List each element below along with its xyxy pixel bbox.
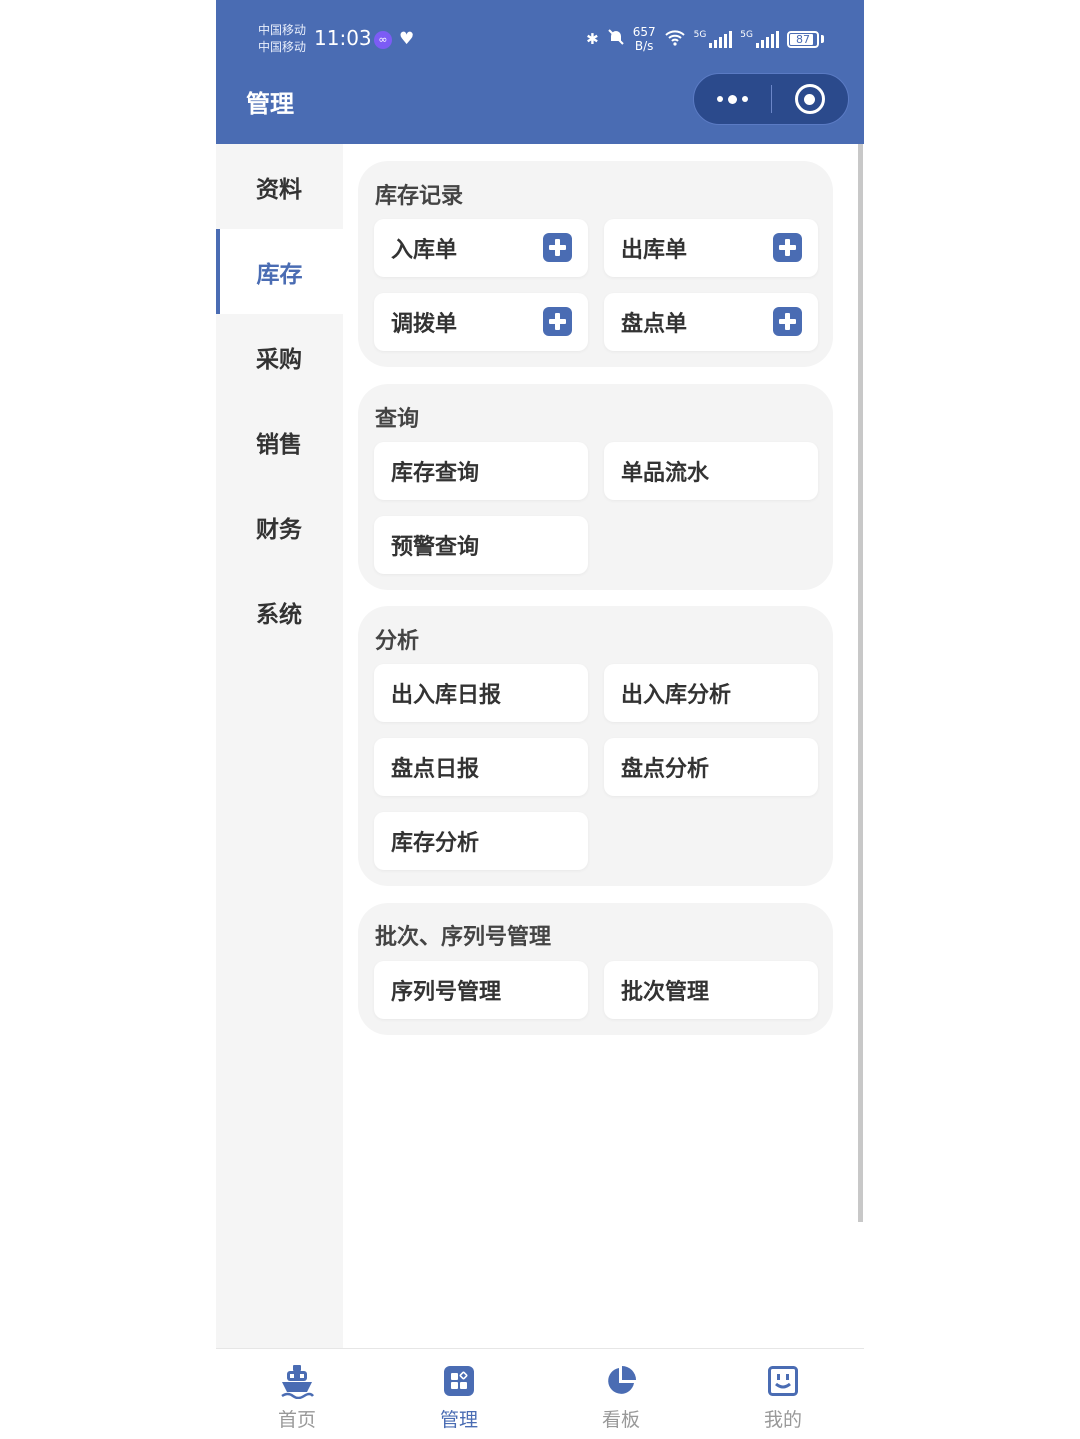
tab-dashboard[interactable]: 看板 <box>540 1349 702 1439</box>
inbound-order-card[interactable]: 入库单 <box>374 219 588 277</box>
main-content: 库存记录 入库单 出库单 调拨单 盘点单 查询 库存查询 单品流水 预警查询 分… <box>343 144 864 1348</box>
sidebar-item-label: 库存 <box>256 261 303 288</box>
in-out-daily-report-card[interactable]: 出入库日报 <box>374 664 588 722</box>
heart-icon: ♥ <box>399 29 415 49</box>
tab-manage[interactable]: 管理 <box>378 1349 540 1439</box>
serial-number-management-card[interactable]: 序列号管理 <box>374 961 588 1019</box>
plus-icon[interactable] <box>543 233 572 262</box>
profile-icon <box>765 1363 801 1399</box>
card-label: 序列号管理 <box>391 980 502 1005</box>
page-title: 管理 <box>246 90 294 118</box>
card-label: 单品流水 <box>621 461 710 486</box>
tab-label: 看板 <box>601 1409 640 1431</box>
card-label: 入库单 <box>391 238 458 263</box>
outbound-order-card[interactable]: 出库单 <box>604 219 818 277</box>
stocktake-analysis-card[interactable]: 盘点分析 <box>604 738 818 796</box>
status-time: 11:03 <box>314 26 372 50</box>
sidebar-item-label: 采购 <box>256 346 302 373</box>
tab-label: 首页 <box>277 1409 316 1431</box>
tab-label: 我的 <box>763 1409 802 1431</box>
in-out-analysis-card[interactable]: 出入库分析 <box>604 664 818 722</box>
card-label: 批次管理 <box>621 980 710 1005</box>
tab-mine[interactable]: 我的 <box>702 1349 864 1439</box>
net-speed-value: 657 <box>632 25 656 39</box>
item-flow-card[interactable]: 单品流水 <box>604 442 818 500</box>
battery-icon: 87 <box>787 30 819 48</box>
tab-home[interactable]: 首页 <box>216 1349 378 1439</box>
wifi-icon <box>664 28 686 50</box>
carrier-line-1: 中国移动 <box>258 23 307 37</box>
grid-icon <box>441 1363 477 1399</box>
phone-screen: 中国移动 中国移动 11:03 ∞ ♥ ✱ 657 B/s 5G 5G 87 管… <box>216 0 864 1439</box>
status-carrier: 中国移动 中国移动 <box>258 22 306 56</box>
sidebar-item-finance[interactable]: 财务 <box>216 484 343 569</box>
category-sidebar: 资料 库存 采购 销售 财务 系统 <box>216 144 343 1348</box>
stocktake-daily-report-card[interactable]: 盘点日报 <box>374 738 588 796</box>
inventory-analysis-card[interactable]: 库存分析 <box>374 812 588 870</box>
status-right: ✱ 657 B/s 5G 5G 87 <box>586 25 824 53</box>
sidebar-item-materials[interactable]: 资料 <box>216 144 343 229</box>
close-miniprogram-button[interactable] <box>772 74 849 124</box>
link-app-icon: ∞ <box>374 31 392 49</box>
card-label: 库存分析 <box>391 831 480 856</box>
sidebar-item-label: 销售 <box>256 431 302 458</box>
sidebar-item-system[interactable]: 系统 <box>216 569 343 654</box>
sidebar-item-sales[interactable]: 销售 <box>216 399 343 484</box>
scrollbar[interactable] <box>858 144 863 1222</box>
ship-icon <box>279 1363 315 1399</box>
bottom-tab-bar: 首页 管理 看板 我的 <box>216 1348 864 1439</box>
plus-icon[interactable] <box>773 233 802 262</box>
pie-chart-icon <box>603 1363 639 1399</box>
card-label: 调拨单 <box>391 312 458 337</box>
carrier-line-2: 中国移动 <box>258 40 307 54</box>
net-speed: 657 B/s <box>633 25 656 53</box>
inventory-query-card[interactable]: 库存查询 <box>374 442 588 500</box>
app-header: 中国移动 中国移动 11:03 ∞ ♥ ✱ 657 B/s 5G 5G 87 管… <box>216 0 864 144</box>
mute-bell-icon <box>607 28 625 50</box>
card-label: 库存查询 <box>391 461 480 486</box>
stocktake-order-card[interactable]: 盘点单 <box>604 293 818 351</box>
card-label: 盘点日报 <box>391 757 480 782</box>
section-title: 库存记录 <box>375 184 464 209</box>
more-menu-button[interactable] <box>694 74 771 124</box>
section-analysis: 分析 出入库日报 出入库分析 盘点日报 盘点分析 库存分析 <box>358 606 833 886</box>
batch-management-card[interactable]: 批次管理 <box>604 961 818 1019</box>
card-label: 盘点分析 <box>621 757 710 782</box>
card-label: 出入库分析 <box>621 683 732 708</box>
section-title: 分析 <box>375 629 420 654</box>
tab-label: 管理 <box>439 1409 478 1431</box>
net-speed-unit: B/s <box>634 39 654 53</box>
sidebar-item-purchase[interactable]: 采购 <box>216 314 343 399</box>
sidebar-item-label: 财务 <box>256 516 302 543</box>
section-query: 查询 库存查询 单品流水 预警查询 <box>358 384 833 590</box>
miniprogram-capsule <box>693 73 849 125</box>
card-label: 盘点单 <box>621 312 688 337</box>
transfer-order-card[interactable]: 调拨单 <box>374 293 588 351</box>
card-label: 预警查询 <box>391 535 480 560</box>
sidebar-item-label: 系统 <box>256 601 302 628</box>
battery-cap <box>821 35 824 43</box>
battery-level: 87 <box>796 32 810 46</box>
plus-icon[interactable] <box>543 307 572 336</box>
bluetooth-icon: ✱ <box>586 30 599 48</box>
plus-icon[interactable] <box>773 307 802 336</box>
sidebar-item-label: 资料 <box>256 176 302 203</box>
card-label: 出入库日报 <box>391 683 502 708</box>
signal-icon-1: 5G <box>694 30 733 48</box>
alert-query-card[interactable]: 预警查询 <box>374 516 588 574</box>
section-title: 查询 <box>375 407 420 432</box>
sidebar-item-inventory[interactable]: 库存 <box>216 229 343 314</box>
card-label: 出库单 <box>621 238 688 263</box>
target-icon <box>794 84 825 114</box>
section-inventory-records: 库存记录 入库单 出库单 调拨单 盘点单 <box>358 161 833 367</box>
section-batch-serial: 批次、序列号管理 序列号管理 批次管理 <box>358 903 833 1035</box>
signal-icon-2: 5G <box>740 30 779 48</box>
section-title: 批次、序列号管理 <box>375 925 552 950</box>
